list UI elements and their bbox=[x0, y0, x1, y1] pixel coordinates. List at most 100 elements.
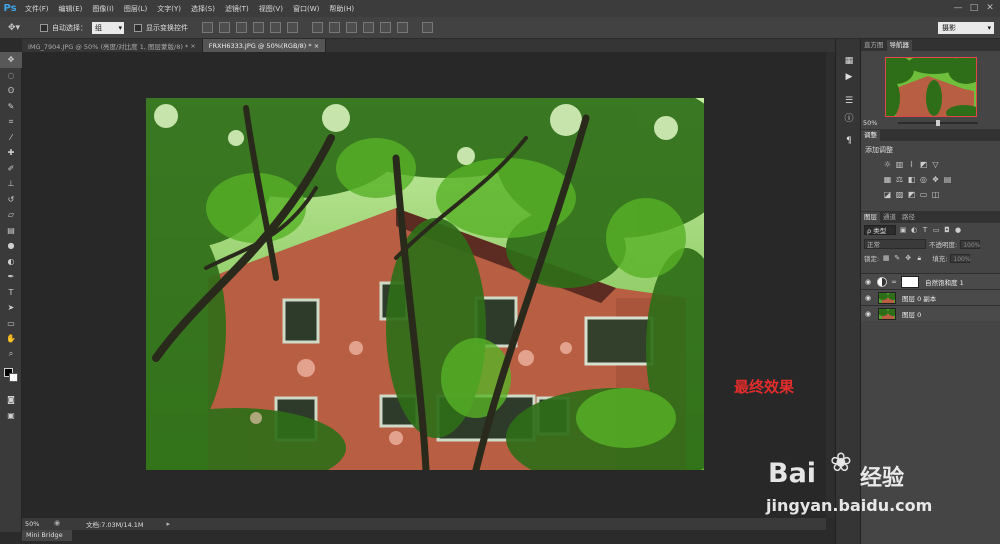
lock-all-icon[interactable]: 🔒︎ bbox=[915, 254, 923, 262]
blur-tool-icon[interactable]: ● bbox=[0, 238, 22, 254]
navigator-zoom-slider[interactable] bbox=[898, 120, 978, 126]
posterize-icon[interactable]: ▨ bbox=[895, 190, 904, 199]
selective-color-icon[interactable]: ◫ bbox=[931, 190, 940, 199]
filter-pixel-icon[interactable]: ▣ bbox=[899, 226, 907, 234]
photo-filter-icon[interactable]: ◎ bbox=[919, 175, 928, 184]
tab-layers[interactable]: 图层 bbox=[861, 212, 880, 223]
canvas-area[interactable] bbox=[22, 52, 826, 518]
distribute-right-icon[interactable] bbox=[397, 22, 408, 33]
tab-adjustments[interactable]: 调整 bbox=[861, 130, 880, 141]
tab-close-icon[interactable]: × bbox=[190, 42, 195, 50]
crop-tool-icon[interactable]: ⌗ bbox=[0, 114, 22, 130]
tab-close-icon[interactable]: × bbox=[314, 42, 319, 50]
distribute-left-icon[interactable] bbox=[363, 22, 374, 33]
menu-edit[interactable]: 编辑(E) bbox=[54, 4, 88, 14]
distribute-top-icon[interactable] bbox=[312, 22, 323, 33]
eyedropper-tool-icon[interactable]: ⁄ bbox=[0, 130, 22, 146]
menu-image[interactable]: 图像(I) bbox=[87, 4, 119, 14]
menu-file[interactable]: 文件(F) bbox=[20, 4, 54, 14]
exposure-icon[interactable]: ◩ bbox=[919, 160, 928, 169]
info-panel-icon[interactable]: ⓘ bbox=[836, 109, 862, 125]
close-button[interactable]: ✕ bbox=[982, 0, 998, 15]
path-select-tool-icon[interactable]: ➤ bbox=[0, 300, 22, 316]
lock-transparent-icon[interactable]: ▦ bbox=[882, 254, 890, 262]
workspace-switcher[interactable]: 摄影 bbox=[938, 22, 994, 34]
visibility-eye-icon[interactable]: ◉ bbox=[861, 294, 875, 302]
tab-channels[interactable]: 通道 bbox=[880, 212, 899, 223]
menu-type[interactable]: 文字(Y) bbox=[152, 4, 186, 14]
pen-tool-icon[interactable]: ✒ bbox=[0, 269, 22, 285]
distribute-hcenter-icon[interactable] bbox=[380, 22, 391, 33]
visibility-eye-icon[interactable]: ◉ bbox=[861, 278, 875, 286]
brightness-contrast-icon[interactable]: ☼ bbox=[883, 160, 892, 169]
auto-select-dropdown[interactable]: 组 bbox=[92, 21, 124, 34]
channel-mixer-icon[interactable]: ❖ bbox=[931, 175, 940, 184]
quick-mask-icon[interactable]: ◙ bbox=[0, 392, 22, 408]
curves-icon[interactable]: ⌇ bbox=[907, 160, 916, 169]
tab-paths[interactable]: 路径 bbox=[899, 212, 918, 223]
align-vcenter-icon[interactable] bbox=[219, 22, 230, 33]
align-top-icon[interactable] bbox=[202, 22, 213, 33]
status-info-icon[interactable]: ◉ bbox=[54, 519, 64, 529]
distribute-vcenter-icon[interactable] bbox=[329, 22, 340, 33]
align-left-icon[interactable] bbox=[253, 22, 264, 33]
menu-select[interactable]: 选择(S) bbox=[186, 4, 220, 14]
menu-help[interactable]: 帮助(H) bbox=[324, 4, 359, 14]
layer-kind-filter[interactable]: ρ 类型 bbox=[864, 225, 896, 235]
levels-icon[interactable]: ▥ bbox=[895, 160, 904, 169]
properties-panel-icon[interactable]: ☰ bbox=[836, 93, 862, 109]
navigator-thumbnail[interactable] bbox=[885, 57, 977, 117]
layer-row-layer0[interactable]: ◉ 图层 0 bbox=[861, 305, 1000, 321]
visibility-eye-icon[interactable]: ◉ bbox=[861, 310, 875, 318]
invert-icon[interactable]: ◪ bbox=[883, 190, 892, 199]
eraser-tool-icon[interactable]: ▱ bbox=[0, 207, 22, 223]
filter-toggle-icon[interactable]: ● bbox=[954, 226, 962, 234]
brush-tool-icon[interactable]: ✐ bbox=[0, 161, 22, 177]
zoom-field[interactable]: 50% bbox=[22, 520, 50, 528]
menu-window[interactable]: 窗口(W) bbox=[288, 4, 324, 14]
move-tool-preset-icon[interactable]: ✥▾ bbox=[8, 20, 30, 36]
minimize-button[interactable]: — bbox=[950, 0, 966, 15]
healing-brush-tool-icon[interactable]: ✚ bbox=[0, 145, 22, 161]
navigator-slider-knob[interactable] bbox=[936, 120, 940, 126]
tab-histogram[interactable]: 直方图 bbox=[861, 40, 887, 51]
status-menu-arrow-icon[interactable]: ▸ bbox=[166, 520, 170, 528]
dodge-tool-icon[interactable]: ◐ bbox=[0, 254, 22, 270]
vibrance-icon[interactable]: ▽ bbox=[931, 160, 940, 169]
filter-smart-object-icon[interactable]: ◘ bbox=[943, 226, 951, 234]
align-hcenter-icon[interactable] bbox=[270, 22, 281, 33]
opacity-field[interactable]: 100% bbox=[960, 239, 980, 249]
background-color-swatch[interactable] bbox=[9, 373, 18, 382]
gradient-map-icon[interactable]: ▭ bbox=[919, 190, 928, 199]
auto-align-icon[interactable] bbox=[422, 22, 433, 33]
navigator-zoom[interactable]: 50% bbox=[863, 119, 877, 127]
history-panel-icon[interactable]: ▦ bbox=[836, 53, 862, 69]
menu-view[interactable]: 视图(V) bbox=[254, 4, 288, 14]
fill-field[interactable]: 100% bbox=[950, 253, 971, 263]
threshold-icon[interactable]: ◩ bbox=[907, 190, 916, 199]
layer-mask-thumbnail[interactable] bbox=[901, 275, 919, 288]
blend-mode-dropdown[interactable]: 正常 bbox=[864, 239, 926, 249]
lasso-tool-icon[interactable]: ʘ bbox=[0, 83, 22, 99]
type-tool-icon[interactable]: T bbox=[0, 285, 22, 301]
actions-panel-icon[interactable]: ▶ bbox=[836, 69, 862, 85]
color-lookup-icon[interactable]: ▤ bbox=[943, 175, 952, 184]
paragraph-panel-icon[interactable]: ¶ bbox=[836, 133, 862, 149]
tab-navigator[interactable]: 导航器 bbox=[886, 40, 912, 51]
align-right-icon[interactable] bbox=[287, 22, 298, 33]
screen-mode-icon[interactable]: ▣ bbox=[0, 408, 22, 424]
maximize-button[interactable]: □ bbox=[966, 0, 982, 15]
tab-img7904[interactable]: IMG_7904.JPG @ 50% (亮度/对比度 1, 图层蒙版/8) * … bbox=[22, 39, 203, 52]
move-tool-icon[interactable]: ✥ bbox=[0, 52, 22, 68]
lock-pixels-icon[interactable]: ✎ bbox=[893, 254, 901, 262]
align-bottom-icon[interactable] bbox=[236, 22, 247, 33]
document-photo[interactable] bbox=[146, 98, 704, 470]
shape-tool-icon[interactable]: ▭ bbox=[0, 316, 22, 332]
filter-adjustment-icon[interactable]: ◐ bbox=[910, 226, 918, 234]
quick-select-tool-icon[interactable]: ✎ bbox=[0, 99, 22, 115]
distribute-bottom-icon[interactable] bbox=[346, 22, 357, 33]
zoom-tool-icon[interactable]: ⌕ bbox=[0, 347, 22, 363]
gradient-tool-icon[interactable]: ▤ bbox=[0, 223, 22, 239]
black-white-icon[interactable]: ◧ bbox=[907, 175, 916, 184]
filter-type-icon[interactable]: T bbox=[921, 226, 929, 234]
